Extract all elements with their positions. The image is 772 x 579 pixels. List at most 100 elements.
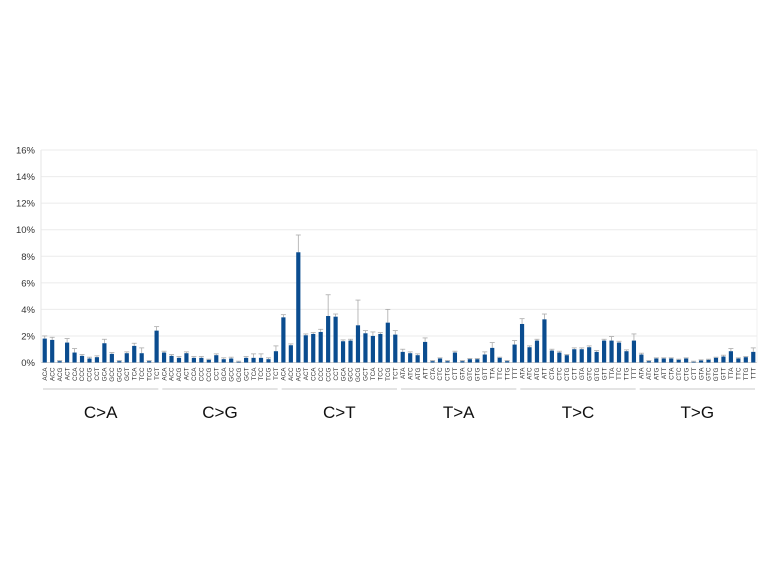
x-tick-label: TCG xyxy=(266,367,273,381)
x-tick-label: CTT xyxy=(691,367,698,380)
bar xyxy=(579,349,584,363)
x-tick-label: TTC xyxy=(497,367,504,380)
bar xyxy=(467,359,472,363)
x-tick-label: CTA xyxy=(430,367,437,380)
bar xyxy=(661,358,666,363)
group-label: T>C xyxy=(562,403,595,422)
x-tick-label: CCT xyxy=(94,367,101,380)
bar xyxy=(512,344,517,363)
bar xyxy=(743,357,748,363)
x-tick-label: ATT xyxy=(661,367,668,379)
x-tick-label: ATC xyxy=(407,367,414,380)
x-tick-label: CTT xyxy=(571,367,578,380)
bar xyxy=(87,358,92,363)
bar xyxy=(691,361,696,363)
x-tick-label: ACT xyxy=(303,367,310,380)
error-bars xyxy=(42,234,756,362)
x-tick-label: GTC xyxy=(586,367,593,381)
bar xyxy=(79,355,85,363)
bar xyxy=(549,350,554,363)
x-tick-label: GTG xyxy=(594,367,601,381)
x-tick-label: TCC xyxy=(378,367,385,381)
x-tick-label: TCA xyxy=(370,367,377,381)
x-tick-label: CCA xyxy=(72,367,79,381)
bar xyxy=(616,342,622,363)
x-tick-label: CTA xyxy=(668,367,675,380)
x-tick-label: CCG xyxy=(325,367,332,381)
x-tick-label: TCT xyxy=(154,367,161,380)
bar xyxy=(288,345,293,363)
bar xyxy=(445,361,450,363)
x-tick-label: GTG xyxy=(475,367,482,381)
bar xyxy=(482,354,487,363)
y-tick-label: 12% xyxy=(16,199,36,210)
x-axis: ACA ACC ACG ACT CCA CCC CCG CCT GCA GCC GCG GCT TCA T… xyxy=(42,367,758,382)
bar xyxy=(236,361,241,363)
bar xyxy=(57,361,62,363)
x-tick-label: TTC xyxy=(616,367,623,380)
bar xyxy=(72,352,77,363)
x-tick-label: ATA xyxy=(639,367,646,379)
bar xyxy=(303,335,308,363)
bar xyxy=(751,351,756,363)
bar xyxy=(42,338,47,363)
x-tick-label: CCG xyxy=(87,367,94,381)
x-tick-label: TTT xyxy=(631,367,638,379)
bar xyxy=(713,357,719,363)
bar xyxy=(721,356,726,363)
x-tick-label: ACC xyxy=(288,367,295,381)
bar xyxy=(519,323,525,363)
x-tick-label: ATG xyxy=(415,367,422,380)
x-tick-label: GCC xyxy=(348,367,355,382)
y-tick-label: 10% xyxy=(16,225,36,236)
x-tick-label: GCC xyxy=(109,367,116,382)
bar xyxy=(258,357,264,363)
bar xyxy=(184,353,189,363)
bar xyxy=(452,352,458,363)
bar xyxy=(728,351,733,363)
x-tick-label: CCC xyxy=(318,367,325,381)
bar xyxy=(684,358,689,363)
x-tick-label: ACA xyxy=(281,367,288,381)
bar xyxy=(206,359,211,363)
bar xyxy=(124,353,129,363)
bar xyxy=(475,359,480,363)
y-tick-label: 8% xyxy=(21,252,35,263)
bar xyxy=(460,361,465,363)
bar xyxy=(706,359,711,363)
bar xyxy=(355,325,361,363)
bar xyxy=(311,333,316,363)
x-tick-label: TTG xyxy=(743,367,750,380)
x-tick-label: ATG xyxy=(654,367,661,380)
x-tick-label: ACA xyxy=(161,367,168,381)
bar xyxy=(437,358,443,363)
x-tick-label: GCC xyxy=(228,367,235,382)
x-tick-label: CCA xyxy=(310,367,317,381)
bar xyxy=(326,316,331,363)
x-tick-label: CTG xyxy=(445,367,452,381)
bar xyxy=(340,341,346,363)
x-tick-label: CCT xyxy=(213,367,220,380)
bar xyxy=(385,322,390,363)
y-tick-label: 4% xyxy=(21,305,35,316)
bar xyxy=(415,355,420,363)
x-tick-label: GCA xyxy=(340,367,347,382)
x-tick-label: CCT xyxy=(333,367,340,380)
mutation-spectrum-chart: 0%2%4%6%8%10%12%14%16% ACA ACC ACG ACT CCA CC… xyxy=(16,146,758,422)
x-tick-label: ATA xyxy=(400,367,407,379)
bar xyxy=(393,334,398,363)
x-tick-label: GTC xyxy=(706,367,713,381)
bar xyxy=(161,352,167,363)
x-tick-label: CTT xyxy=(452,367,459,380)
x-tick-label: GTG xyxy=(713,367,720,381)
group-label: T>A xyxy=(443,403,475,422)
x-tick-label: CCC xyxy=(79,367,86,381)
x-tick-label: ATA xyxy=(519,367,526,379)
x-tick-label: TCC xyxy=(258,367,265,381)
group-label: C>G xyxy=(202,403,237,422)
bars xyxy=(42,252,756,363)
bar xyxy=(229,358,234,363)
bar xyxy=(542,319,547,363)
bar xyxy=(273,351,279,363)
x-tick-label: GTT xyxy=(721,367,728,380)
